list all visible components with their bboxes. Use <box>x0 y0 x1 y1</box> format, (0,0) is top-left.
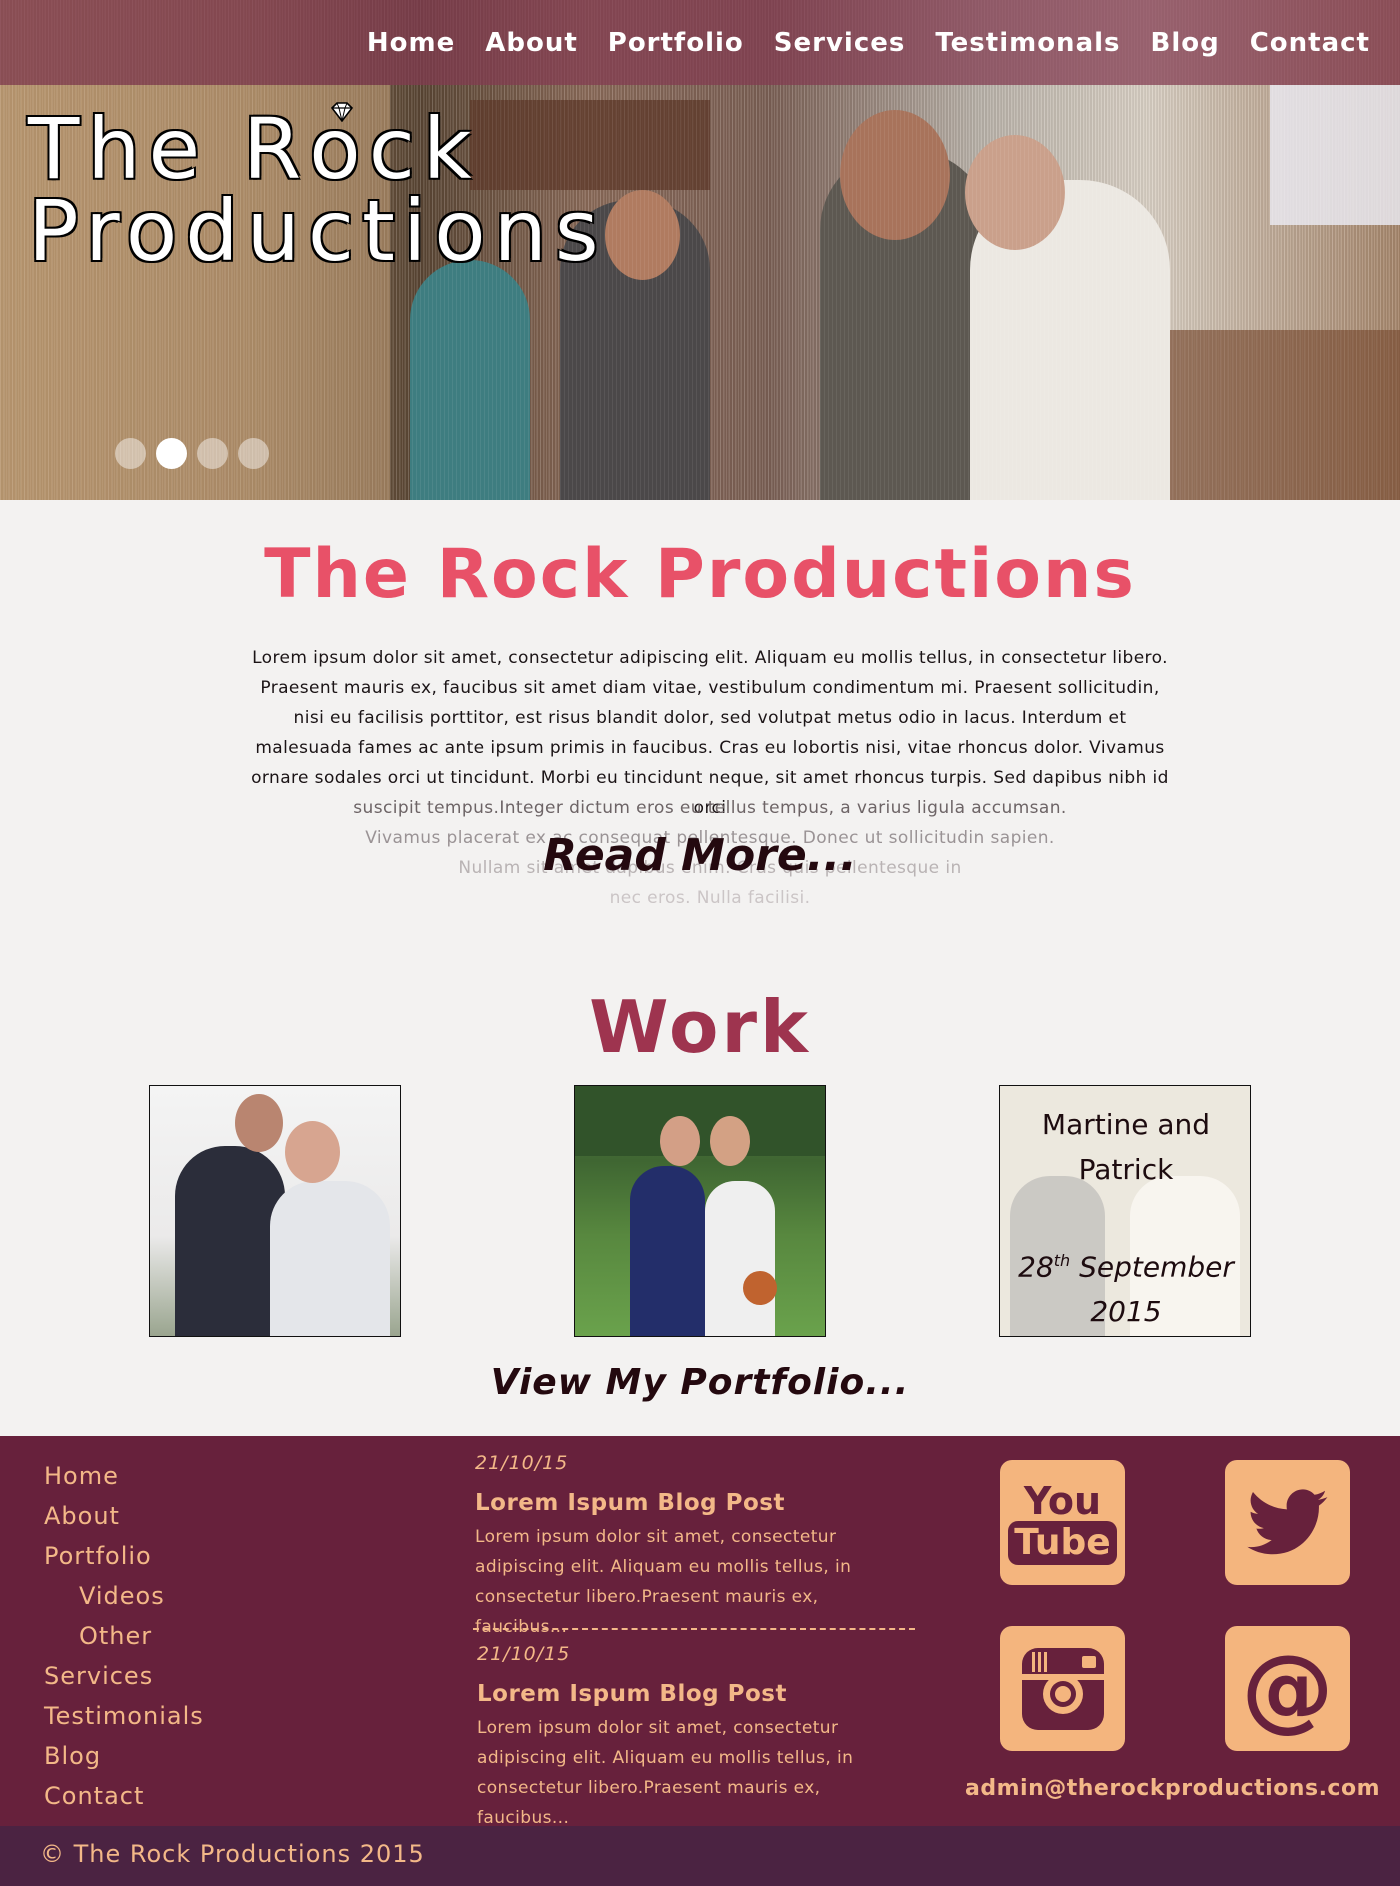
thumb-couple-names: Martine and Patrick <box>1041 1108 1211 1186</box>
blog-post-preview: 21/10/15 Lorem Ispum Blog Post Lorem ips… <box>477 1643 917 1833</box>
faded-line: nec eros. Nulla facilisi. <box>609 888 811 908</box>
footer-nav-other[interactable]: Other <box>44 1616 204 1656</box>
footer: Home About Portfolio Videos Other Servic… <box>0 1436 1400 1828</box>
footer-nav-about[interactable]: About <box>44 1496 204 1536</box>
blog-post-excerpt: Lorem ipsum dolor sit amet, consectetur … <box>475 1527 852 1637</box>
date-day: 28 <box>1018 1250 1054 1284</box>
slider-dot[interactable] <box>197 438 228 469</box>
youtube-logo-text: You <box>1023 1478 1102 1523</box>
portfolio-thumb-3-hover[interactable]: Martine and Patrick 28th September 2015 <box>999 1085 1251 1337</box>
date-suffix: th <box>1053 1251 1071 1270</box>
logo-line-1: The Ro ck <box>28 102 607 191</box>
slider-dots <box>115 438 279 469</box>
nav-about[interactable]: About <box>485 28 578 58</box>
nav-portfolio[interactable]: Portfolio <box>608 28 744 58</box>
twitter-bird-icon <box>1246 1488 1327 1554</box>
photo-bouquet <box>743 1271 777 1305</box>
blog-post-title[interactable]: Lorem Ispum Blog Post <box>477 1681 917 1707</box>
camera-icon <box>1021 1647 1104 1730</box>
nav-contact[interactable]: Contact <box>1250 28 1370 58</box>
youtube-logo: You Tube <box>1008 1478 1117 1565</box>
read-more-link[interactable]: Read More... <box>0 830 1400 881</box>
at-symbol: @ <box>1241 1634 1334 1742</box>
photo-bride-head <box>285 1121 340 1183</box>
logo-line-2: Productions <box>28 182 607 280</box>
photo-bride-head <box>710 1116 750 1166</box>
photo-groom <box>175 1146 285 1336</box>
blog-post-excerpt: Lorem ipsum dolor sit amet, consectetur … <box>477 1718 854 1828</box>
blog-post-date: 21/10/15 <box>477 1643 571 1665</box>
blog-post-preview: 21/10/15 Lorem Ispum Blog Post Lorem ips… <box>475 1452 915 1642</box>
hero-banner: Home About Portfolio Services Testimonal… <box>0 0 1400 500</box>
portfolio-thumb-2[interactable] <box>574 1085 826 1337</box>
photo-groom <box>630 1166 705 1336</box>
footer-nav-portfolio[interactable]: Portfolio <box>44 1536 204 1576</box>
nav-testimonials[interactable]: Testimonals <box>935 28 1120 58</box>
portfolio-thumb-1[interactable] <box>149 1085 401 1337</box>
work-title: Work <box>589 985 811 1069</box>
instagram-icon[interactable] <box>1000 1626 1125 1751</box>
photo-bride <box>270 1181 390 1336</box>
ring-o: o <box>309 102 368 191</box>
blog-post-date: 21/10/15 <box>475 1452 569 1474</box>
diamond-ring-icon <box>331 102 354 122</box>
blog-post-title[interactable]: Lorem Ispum Blog Post <box>475 1490 915 1516</box>
photo-groom-head <box>660 1116 700 1166</box>
slider-dot[interactable] <box>115 438 146 469</box>
footer-nav-blog[interactable]: Blog <box>44 1736 204 1776</box>
view-portfolio-link[interactable]: View My Portfolio... <box>0 1362 1400 1403</box>
date-month: September <box>1079 1250 1234 1284</box>
photo-groom-head <box>235 1094 283 1152</box>
footer-nav-home[interactable]: Home <box>44 1456 204 1496</box>
footer-nav-services[interactable]: Services <box>44 1656 204 1696</box>
thumb-date: 28th September 2015 <box>1000 1238 1250 1334</box>
slider-dot[interactable] <box>238 438 269 469</box>
nav-home[interactable]: Home <box>367 28 455 58</box>
footer-nav-testimonials[interactable]: Testimonials <box>44 1696 204 1736</box>
slider-dot-active[interactable] <box>156 438 187 469</box>
contact-email-link[interactable]: admin@therockproductions.com <box>960 1776 1380 1801</box>
email-at-icon[interactable]: @ <box>1225 1626 1350 1751</box>
youtube-icon[interactable]: You Tube <box>1000 1460 1125 1585</box>
photo-trees <box>575 1086 825 1156</box>
faded-line: suscipit tempus.Integer dictum eros eu t… <box>353 798 1067 818</box>
footer-nav-videos[interactable]: Videos <box>44 1576 204 1616</box>
footer-nav-contact[interactable]: Contact <box>44 1776 204 1816</box>
site-logo[interactable]: The Ro ck Productions <box>28 102 607 280</box>
nav-services[interactable]: Services <box>774 28 906 58</box>
main-nav: Home About Portfolio Services Testimonal… <box>0 0 1400 85</box>
date-year: 2015 <box>1090 1295 1162 1329</box>
nav-blog[interactable]: Blog <box>1151 28 1220 58</box>
youtube-logo-text: Tube <box>1008 1520 1117 1565</box>
twitter-icon[interactable] <box>1225 1460 1350 1585</box>
copyright-bar: © The Rock Productions 2015 <box>0 1826 1400 1886</box>
photo-bride <box>705 1181 775 1336</box>
footer-nav: Home About Portfolio Videos Other Servic… <box>44 1456 204 1816</box>
blog-divider <box>473 1628 915 1630</box>
intro-title: The Rock Productions <box>264 535 1136 614</box>
